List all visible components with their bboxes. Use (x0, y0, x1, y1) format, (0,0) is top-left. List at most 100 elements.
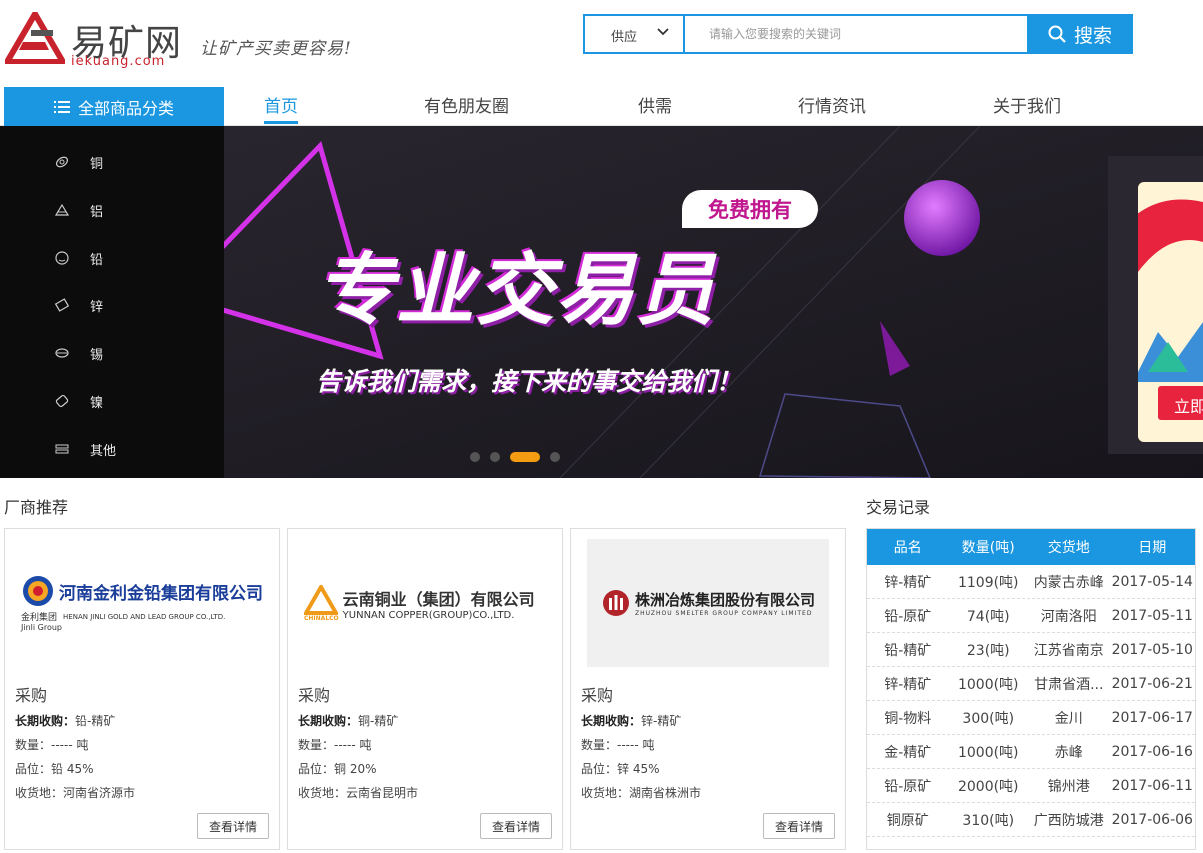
vendor-location: 收货地：湖南省株洲市 (581, 786, 702, 800)
vendor-location: 收货地：云南省昆明市 (298, 786, 419, 800)
site-logo[interactable]: 易矿网 iekuang.com (5, 12, 205, 69)
table-row[interactable]: 锌-精矿 1109(吨) 内蒙古赤峰 2017-05-14 (867, 565, 1195, 599)
column-header: 数量(吨) (961, 540, 1015, 556)
banner-subtitle: 告诉我们需求，接下来的事交给我们！ (316, 367, 742, 396)
table-row[interactable]: 铜原矿 310(吨) 广西防城港 2017-06-06 (867, 803, 1195, 837)
nav-item-friends-circle[interactable]: 有色朋友圈 (424, 92, 509, 124)
vendor-trade-type: 采购 (581, 686, 614, 705)
view-details-button[interactable]: 查看详情 (480, 813, 552, 839)
promo-cta-button[interactable]: 立即 (1158, 386, 1203, 420)
floating-promo-card: 立即 (1138, 182, 1203, 442)
sidebar-item-lead[interactable]: 铅 (54, 246, 103, 270)
trade-records-table: 品名 数量(吨) 交货地 日期 锌-精矿 1109(吨) 内蒙古赤峰 2017-05-… (866, 528, 1196, 850)
list-icon (53, 100, 70, 113)
sidebar-item-other[interactable]: 其他 (54, 437, 116, 461)
column-header: 交货地 (1047, 540, 1090, 556)
vendor-purchase-label: 长期收购： (581, 714, 642, 728)
column-header: 日期 (1138, 540, 1167, 556)
vendor-trade-type: 采购 (15, 686, 48, 705)
vendor-purchase: 长期收购：铅-精矿 (15, 712, 115, 729)
table-row[interactable]: 金-精矿 1000(吨) 赤峰 2017-06-16 (867, 735, 1195, 769)
table-cell: 广西防城港 (1033, 812, 1104, 829)
sidebar-item-copper[interactable]: 铜 (54, 150, 103, 174)
logo-mark-icon (5, 12, 65, 64)
table-row[interactable]: 铅-原矿 74(吨) 河南洛阳 2017-05-11 (867, 599, 1195, 633)
vendor-purchase-label: 长期收购： (298, 714, 359, 728)
banner-free-tag: 免费拥有 (682, 190, 818, 228)
nav-item-supply-demand[interactable]: 供需 (638, 92, 672, 124)
table-cell: 金川 (1054, 710, 1083, 727)
jinli-logo-icon (23, 576, 53, 606)
sidebar-item-zinc[interactable]: 锌 (54, 293, 103, 317)
table-row[interactable]: 锌-精矿 1000(吨) 甘肃省酒... 2017-06-21 (867, 667, 1195, 701)
search-input[interactable] (687, 16, 1027, 52)
sidebar-item-nickel[interactable]: 镍 (54, 389, 103, 413)
banner-title: 专业交易员 (316, 246, 717, 336)
vendor-logo-sub: CHINALCO (304, 614, 339, 622)
vendor-section-title: 厂商推荐 (4, 498, 69, 517)
copper-icon (55, 156, 69, 168)
zhuzhou-logo-icon (602, 590, 629, 616)
search-icon (1048, 25, 1066, 43)
lead-icon (55, 251, 69, 265)
vendor-logo-en: HENAN JINLI GOLD AND LEAD GROUP CO.,LTD. (63, 612, 226, 621)
nav-item-market-news[interactable]: 行情资讯 (798, 92, 866, 124)
vendor-logo-name: 云南铜业（集团）有限公司 (342, 589, 535, 609)
carousel-dot[interactable] (550, 452, 560, 462)
vendor-logo: 株洲冶炼集团股份有限公司 ZHUZHOU SMELTER GROUP COMPA… (587, 539, 829, 667)
vendor-logo: CHINALCO 云南铜业（集团）有限公司 YUNNAN COPPER(GROU… (304, 539, 546, 667)
search-bar: 供应 搜索 (583, 14, 1133, 54)
table-cell: 1000(吨) (957, 676, 1019, 693)
search-category-select[interactable]: 供应 (585, 16, 685, 52)
vendor-purchase-value: 铅-精矿 (75, 714, 116, 728)
vendor-grade: 品位：铜 20% (298, 762, 377, 776)
vendor-logo-en: YUNNAN COPPER(GROUP)CO.,LTD. (342, 609, 515, 621)
nav-item-about-us[interactable]: 关于我们 (993, 92, 1061, 124)
carousel-dot-active[interactable] (510, 452, 540, 462)
table-cell: 2017-06-06 (1111, 811, 1193, 828)
vendor-logo: 河南金利金铅集团有限公司 金利集团 HENAN JINLI GOLD AND L… (21, 539, 263, 667)
table-cell: 23(吨) (966, 642, 1010, 659)
view-details-button[interactable]: 查看详情 (763, 813, 835, 839)
vendor-logo-en: ZHUZHOU SMELTER GROUP COMPANY LIMITED (634, 610, 813, 617)
table-cell: 锦州港 (1047, 778, 1090, 795)
table-cell: 2017-05-10 (1111, 641, 1193, 658)
column-header: 品名 (893, 540, 922, 556)
table-cell: 铜原矿 (886, 812, 929, 829)
vendor-card: 河南金利金铅集团有限公司 金利集团 HENAN JINLI GOLD AND L… (4, 528, 280, 850)
vendor-location: 收货地：河南省济源市 (15, 786, 136, 800)
carousel-dot[interactable] (490, 452, 500, 462)
table-cell: 2017-06-16 (1111, 743, 1193, 760)
carousel-dot[interactable] (470, 452, 480, 462)
all-categories-button[interactable]: 全部商品分类 (4, 87, 224, 126)
other-icon (55, 444, 69, 454)
logo-name-en: iekuang.com (71, 54, 166, 69)
vendor-purchase: 长期收购：铜-精矿 (298, 712, 398, 729)
view-details-button[interactable]: 查看详情 (197, 813, 269, 839)
table-cell: 锌-精矿 (884, 676, 932, 693)
vendor-logo-name: 河南金利金铅集团有限公司 (59, 583, 263, 604)
table-cell: 铅-精矿 (884, 642, 932, 659)
table-cell: 铅-原矿 (884, 778, 932, 795)
search-category-value: 供应 (611, 30, 638, 45)
table-row[interactable]: 铜-物料 300(吨) 金川 2017-06-17 (867, 701, 1195, 735)
chinalco-logo-icon (304, 584, 339, 615)
sidebar-item-aluminum[interactable]: 铝 (54, 198, 103, 222)
table-header: 品名 数量(吨) 交货地 日期 (867, 529, 1195, 565)
search-button[interactable]: 搜索 (1027, 14, 1133, 54)
table-row[interactable]: 铅-原矿 2000(吨) 锦州港 2017-06-11 (867, 769, 1195, 803)
table-cell: 铅-原矿 (884, 608, 932, 625)
category-sidebar: 铜 铝 铅 锌 锡 镍 其他 (0, 126, 224, 478)
sidebar-item-tin[interactable]: 锡 (54, 341, 103, 365)
sidebar-item-label: 锌 (90, 299, 104, 315)
table-cell: 2017-05-14 (1111, 573, 1193, 590)
table-cell: 河南洛阳 (1040, 608, 1097, 625)
table-cell: 2017-06-21 (1111, 675, 1193, 692)
vendor-card: CHINALCO 云南铜业（集团）有限公司 YUNNAN COPPER(GROU… (287, 528, 563, 850)
main-nav: 全部商品分类 首页 有色朋友圈 供需 行情资讯 关于我们 (0, 86, 1203, 126)
sidebar-item-label: 铝 (90, 204, 104, 220)
all-categories-label: 全部商品分类 (77, 98, 174, 118)
nav-item-home[interactable]: 首页 (264, 92, 298, 124)
table-row[interactable]: 铅-精矿 23(吨) 江苏省南京 2017-05-10 (867, 633, 1195, 667)
vendor-logo-sub-en: Jinli Group (21, 623, 62, 632)
